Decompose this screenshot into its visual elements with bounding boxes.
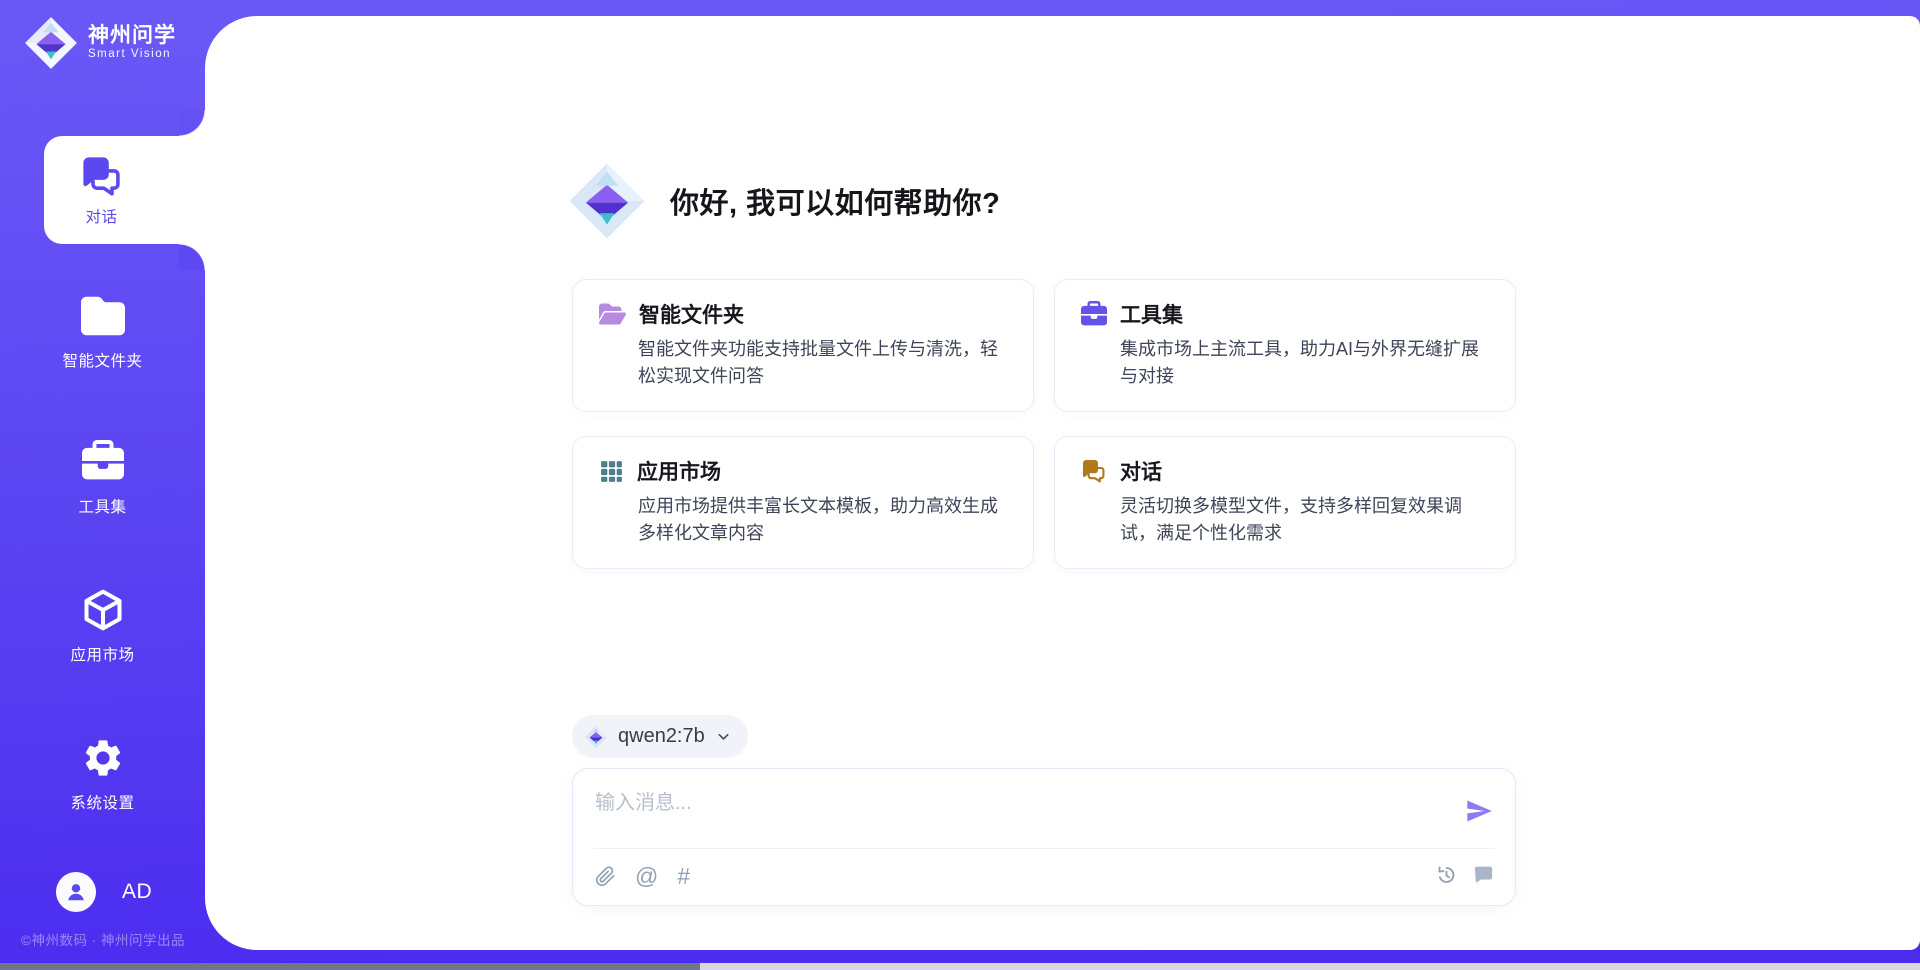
brand-subtitle: Smart Vision: [88, 48, 176, 61]
paperclip-icon[interactable]: [595, 866, 616, 887]
sidebar-item-label: 系统设置: [0, 791, 205, 813]
user-initials: AD: [122, 880, 152, 904]
sidebar-item-app-market[interactable]: 应用市场: [0, 588, 205, 665]
card-description: 集成市场上主流工具，助力AI与外界无缝扩展与对接: [1120, 336, 1489, 390]
card-description: 应用市场提供丰富长文本模板，助力高效生成多样化文章内容: [638, 493, 1007, 547]
feature-cards: 智能文件夹 智能文件夹功能支持批量文件上传与清洗，轻松实现文件问答 工具集 集成…: [572, 279, 1516, 569]
card-smart-folder[interactable]: 智能文件夹 智能文件夹功能支持批量文件上传与清洗，轻松实现文件问答: [572, 279, 1034, 412]
avatar: [56, 872, 96, 912]
greeting-title: 你好, 我可以如何帮助你?: [670, 180, 1000, 222]
history-icon[interactable]: [1434, 863, 1457, 886]
card-description: 灵活切换多模型文件，支持多样回复效果调试，满足个性化需求: [1120, 493, 1489, 547]
message-composer: @ #: [572, 768, 1516, 906]
cube-icon: [81, 588, 125, 632]
toolbox-icon: [1081, 301, 1107, 327]
person-icon: [63, 879, 89, 905]
diamond-logo-icon: [568, 162, 646, 240]
folder-icon: [81, 294, 125, 338]
card-title: 对话: [1120, 456, 1162, 486]
main-content: 你好, 我可以如何帮助你? 智能文件夹 智能文件夹功能支持批量文件上传与清洗，轻…: [205, 16, 1920, 950]
brand-logo: 神州问学 Smart Vision: [24, 16, 176, 70]
card-app-market[interactable]: 应用市场 应用市场提供丰富长文本模板，助力高效生成多样化文章内容: [572, 436, 1034, 569]
card-chat[interactable]: 对话 灵活切换多模型文件，支持多样回复效果调试，满足个性化需求: [1054, 436, 1516, 569]
chat-icon: [80, 154, 124, 198]
copyright-footer: ©神州数码 · 神州问学出品: [8, 929, 198, 949]
at-icon[interactable]: @: [635, 863, 658, 889]
app-window: 神州问学 Smart Vision 对话 智能文件夹 工具集: [0, 0, 1920, 970]
greeting-block: 你好, 我可以如何帮助你?: [568, 162, 1000, 240]
model-name: qwen2:7b: [618, 725, 705, 748]
card-title: 工具集: [1120, 299, 1183, 329]
sidebar-item-settings[interactable]: 系统设置: [0, 736, 205, 813]
horizontal-scrollbar[interactable]: [0, 963, 1920, 970]
sidebar-item-toolbox[interactable]: 工具集: [0, 440, 205, 517]
sidebar-item-label: 对话: [85, 205, 117, 227]
hash-icon[interactable]: #: [677, 863, 690, 889]
diamond-logo-icon: [584, 725, 608, 749]
toolbox-icon: [82, 440, 124, 484]
composer-divider: [593, 848, 1495, 849]
paper-plane-icon: [1465, 797, 1493, 825]
sidebar-item-label: 智能文件夹: [0, 349, 205, 371]
scrollbar-thumb[interactable]: [0, 963, 700, 970]
comment-icon[interactable]: [1472, 863, 1495, 886]
model-selector[interactable]: qwen2:7b: [572, 715, 748, 758]
chevron-down-icon: [715, 728, 732, 745]
chat-icon: [1081, 458, 1107, 484]
gear-icon: [81, 736, 125, 780]
sidebar-item-chat[interactable]: 对话: [44, 136, 205, 244]
card-title: 应用市场: [637, 456, 721, 486]
sidebar-item-label: 应用市场: [0, 643, 205, 665]
brand-name: 神州问学: [88, 24, 176, 48]
send-button[interactable]: [1465, 797, 1493, 825]
card-description: 智能文件夹功能支持批量文件上传与清洗，轻松实现文件问答: [638, 336, 1007, 390]
sidebar-item-smart-folder[interactable]: 智能文件夹: [0, 294, 205, 371]
card-toolbox[interactable]: 工具集 集成市场上主流工具，助力AI与外界无缝扩展与对接: [1054, 279, 1516, 412]
folder-open-icon: [599, 302, 626, 326]
message-input[interactable]: [595, 783, 1415, 823]
card-title: 智能文件夹: [639, 299, 744, 329]
user-account[interactable]: AD: [56, 872, 152, 912]
brand-diamond-icon: [24, 16, 78, 70]
grid-icon: [599, 459, 624, 484]
sidebar-item-label: 工具集: [0, 495, 205, 517]
